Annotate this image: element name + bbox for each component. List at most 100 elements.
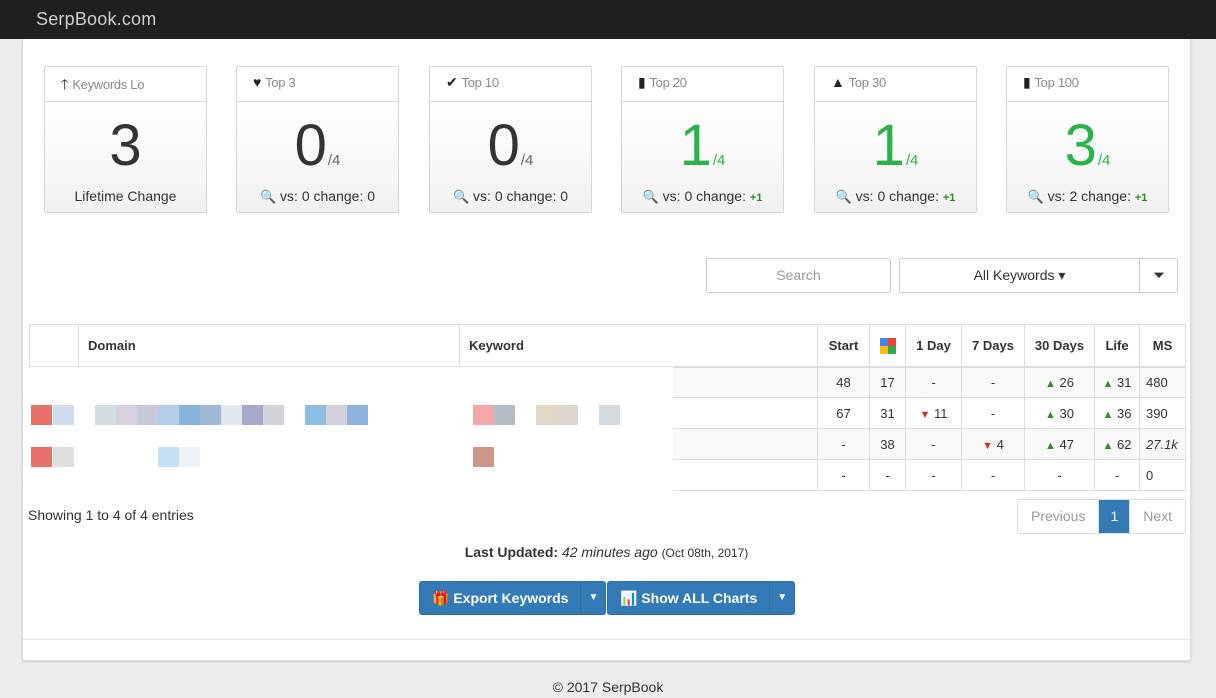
arrow-up-icon: ▲ [1102, 377, 1114, 390]
arrow-up-icon: 🡑 [61, 76, 68, 92]
search-icon: 🔍 [642, 189, 659, 204]
arrow-up-icon: ▲ [1045, 439, 1056, 452]
cell-30-days: - [1024, 459, 1095, 491]
stat-card-value: 3 [109, 113, 142, 178]
stat-card-footer: 🔍 vs: 2 change: +1 [1027, 188, 1148, 204]
table-header-row: Domain Keyword Start 1 Day 7 Days 30 Day… [29, 324, 1186, 368]
cell-7-days: ▼ 4 [961, 428, 1025, 460]
column-header-google[interactable] [869, 324, 906, 368]
redacted-area [23, 367, 673, 495]
stat-card-top-30: ▲ Top 30 1/4 🔍 vs: 0 change: +1 [814, 66, 977, 213]
stat-card-footer: 🔍 vs: 0 change: 0 [452, 188, 569, 204]
cell-30-days: ▲ 47 [1024, 428, 1095, 460]
panel-divider [23, 639, 1190, 640]
cell-google-rank: - [869, 459, 906, 491]
google-icon [879, 337, 896, 354]
cell-ms: 390 [1139, 397, 1186, 429]
cell-30-days: ▲ 26 [1024, 366, 1095, 398]
cell-1-day: - [905, 428, 962, 460]
column-header-7-days[interactable]: 7 Days [961, 324, 1025, 368]
cell-1-day: - [905, 459, 962, 491]
stat-card-value: 0/4 [294, 113, 341, 178]
cell-30-days: ▲ 30 [1024, 397, 1095, 429]
arrow-down-icon: ▼ [982, 439, 994, 452]
export-dropdown-toggle[interactable]: ▼ [581, 582, 605, 614]
cell-life: - [1094, 459, 1140, 491]
arrow-up-icon: ▲ [1102, 439, 1114, 452]
cell-google-rank: 38 [869, 428, 906, 460]
keyword-filter-dropdown[interactable]: All Keywords ▾ [900, 259, 1139, 292]
show-all-charts-button[interactable]: 📊 Show ALL Charts [608, 582, 771, 614]
stat-card-title: Top 10 [461, 75, 500, 90]
column-header-1-day[interactable]: 1 Day [905, 324, 962, 368]
search-icon: 🔍 [1027, 189, 1044, 204]
cell-google-rank: 17 [869, 366, 906, 398]
last-updated: Last Updated: 42 minutes ago (Oct 08th, … [464, 544, 749, 560]
cell-life: ▲ 62 [1094, 428, 1140, 460]
pagination-next-button[interactable]: Next [1130, 500, 1185, 533]
search-icon: 🔍 [452, 189, 470, 204]
cell-start: 67 [817, 397, 870, 429]
keyword-filter-group: All Keywords ▾ ⏷ [899, 258, 1178, 293]
export-keywords-button[interactable]: 🎁 Export Keywords [420, 582, 582, 614]
heart-icon: ♥ [253, 74, 262, 90]
cell-life: ▲ 36 [1094, 397, 1140, 429]
column-header-domain[interactable]: Domain [78, 324, 460, 368]
cell-ms: 27.1k [1139, 428, 1186, 460]
brand-logo[interactable]: SerpBook.com [36, 9, 156, 30]
gift-icon: 🎁 [432, 590, 450, 606]
stat-card-header: 🡑 Keywords Lo [45, 67, 206, 102]
stat-card-title: Top 30 [848, 75, 887, 90]
pagination-previous-button[interactable]: Previous [1018, 500, 1100, 533]
cell-7-days: - [961, 397, 1025, 429]
column-header-30-days[interactable]: 30 Days [1024, 324, 1095, 368]
stat-card-value: 3/4 [1064, 113, 1111, 178]
table-entries-info: Showing 1 to 4 of 4 entries [28, 507, 194, 523]
stat-card-value: 1/4 [679, 113, 726, 178]
column-header-start[interactable]: Start [817, 324, 870, 368]
stat-card-title: Top 3 [265, 75, 296, 90]
stat-card-footer: Lifetime Change [74, 188, 177, 204]
cell-7-days: - [961, 459, 1025, 491]
main-panel: 🡑 Keywords Lo 3 Lifetime Change ♥ Top 3 … [22, 39, 1191, 661]
signal-icon: ▮ [1023, 74, 1031, 90]
stat-card-title: Keywords Lo [72, 77, 145, 92]
arrow-up-icon: ▲ [1102, 408, 1114, 421]
stat-card-top-20: ▮ Top 20 1/4 🔍 vs: 0 change: +1 [621, 66, 784, 213]
stat-card-footer: 🔍 vs: 0 change: +1 [835, 188, 956, 204]
column-header-ms[interactable]: MS [1139, 324, 1186, 368]
column-header-keyword[interactable]: Keyword [459, 324, 818, 368]
stat-card-footer: 🔍 vs: 0 change: +1 [642, 188, 763, 204]
stat-card-value: 0/4 [487, 113, 534, 178]
cell-ms: 480 [1139, 366, 1186, 398]
stat-card-top-10: ✔ Top 10 0/4 🔍 vs: 0 change: 0 [429, 66, 592, 213]
export-keywords-button-group: 🎁 Export Keywords ▼ [419, 581, 607, 615]
cell-7-days: - [961, 366, 1025, 398]
select-column-header [29, 324, 79, 368]
top-navbar: SerpBook.com [0, 0, 1216, 39]
charts-dropdown-toggle[interactable]: ▼ [770, 582, 794, 614]
arrow-down-icon: ▼ [919, 408, 931, 421]
check-icon: ✔ [446, 74, 458, 90]
bookmark-icon: ▮ [638, 74, 646, 90]
cell-1-day: - [905, 366, 962, 398]
column-header-life[interactable]: Life [1094, 324, 1140, 368]
stat-card-title: Top 100 [1034, 75, 1079, 90]
bar-chart-icon: 📊 [620, 590, 638, 606]
cell-google-rank: 31 [869, 397, 906, 429]
arrow-up-icon: ▲ [1045, 377, 1056, 390]
show-charts-button-group: 📊 Show ALL Charts ▼ [607, 581, 796, 615]
stat-card-title: Top 20 [649, 75, 687, 90]
cell-1-day: ▼ 11 [905, 397, 962, 429]
road-icon: ▲ [831, 74, 845, 90]
copyright-text: © 2017 SerpBook [552, 679, 664, 695]
search-input[interactable]: Search [706, 258, 891, 293]
stat-card-footer: 🔍 vs: 0 change: 0 [259, 188, 376, 204]
arrow-up-icon: ▲ [1045, 408, 1056, 421]
cell-ms: 0 [1139, 459, 1186, 491]
stat-card-top-100: ▮ Top 100 3/4 🔍 vs: 2 change: +1 [1006, 66, 1169, 213]
filter-icon[interactable]: ⏷ [1139, 259, 1178, 292]
search-icon: 🔍 [259, 189, 277, 204]
pagination-page-1[interactable]: 1 [1099, 500, 1131, 533]
cell-life: ▲ 31 [1094, 366, 1140, 398]
